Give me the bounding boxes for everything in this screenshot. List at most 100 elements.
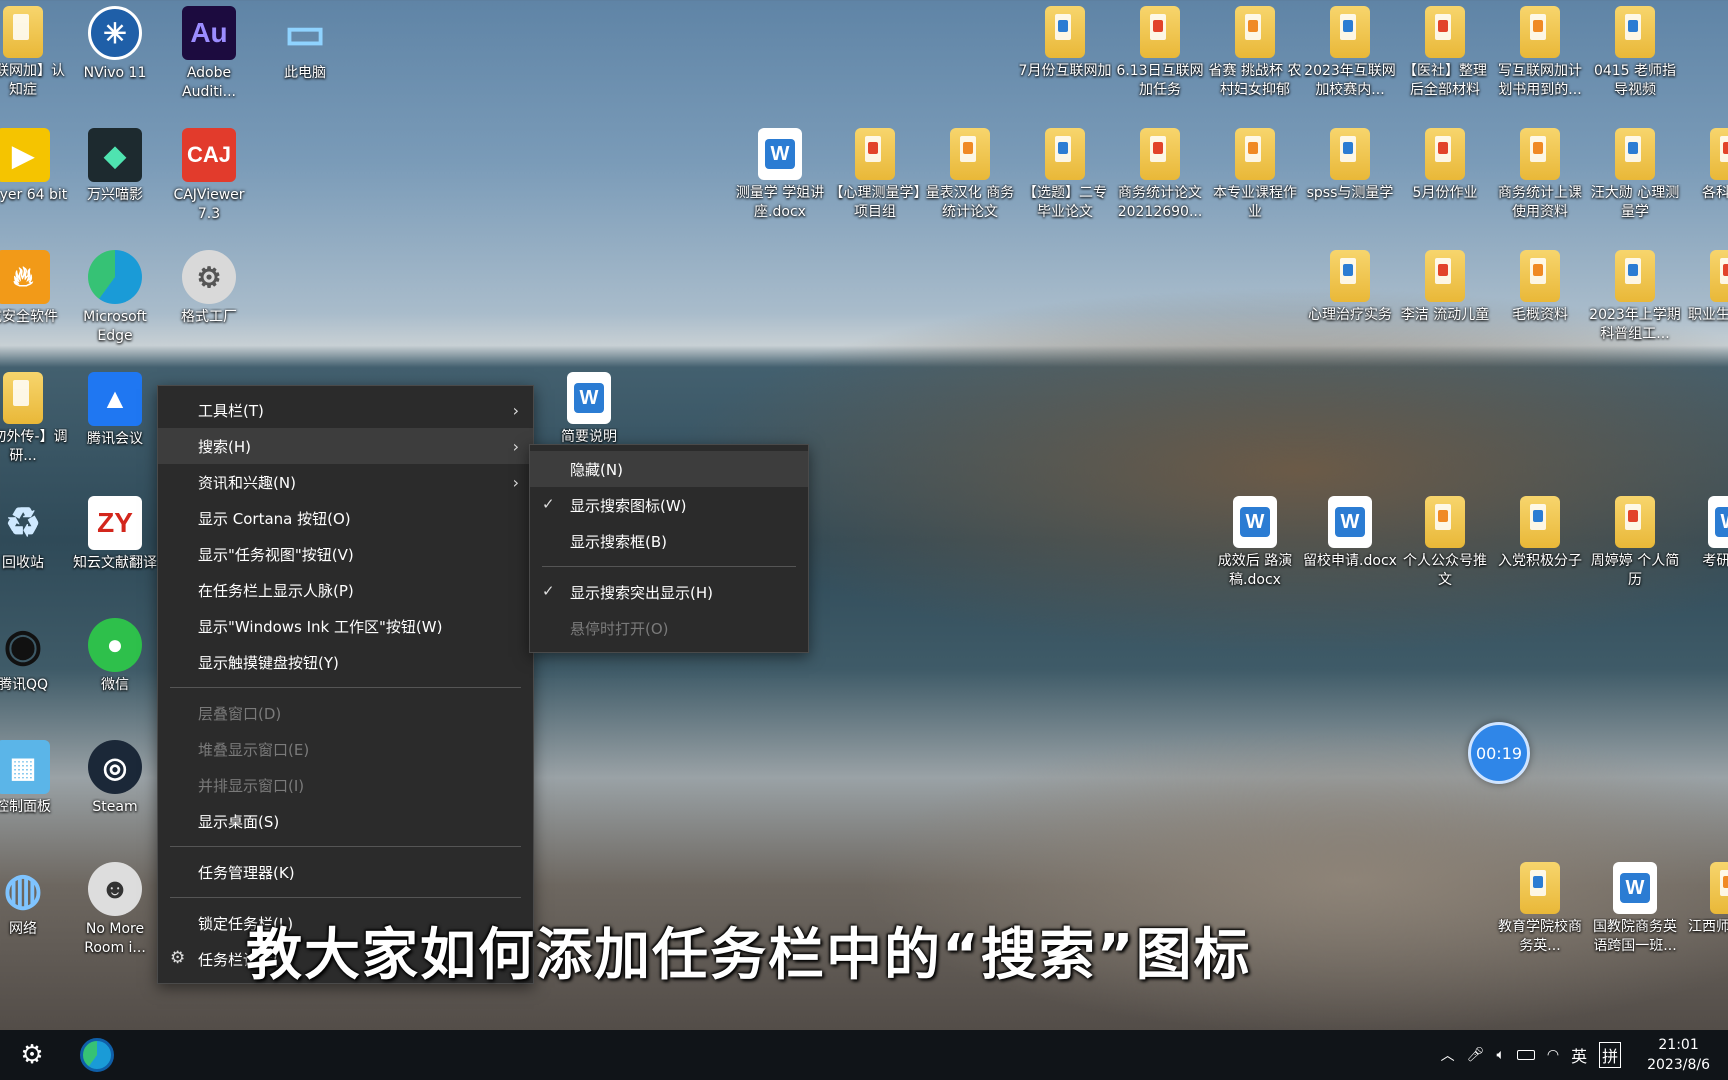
desktop-icon[interactable]: 职业生课演讲 [1683, 250, 1728, 325]
context-menu-item[interactable]: 在任务栏上显示人脉(P) [158, 572, 533, 608]
desktop-icon-label: 控制面板 [0, 799, 51, 815]
desktop-icon[interactable]: 【医社】整理后全部材料 [1398, 6, 1492, 100]
ime-language-indicator[interactable]: 英 [1571, 1043, 1587, 1067]
desktop-icon[interactable]: 请勿外传-】调研... [0, 372, 70, 466]
desktop-icon[interactable]: 江西师心理研 [1683, 862, 1728, 937]
folder-word-icon [3, 372, 43, 424]
desktop-icon[interactable]: ZY 知云文献翻译 [68, 496, 162, 573]
desktop-icon[interactable]: W 留校申请.docx [1303, 496, 1397, 571]
desktop-icon[interactable]: 各科期作 [1683, 128, 1728, 203]
context-menu-item[interactable]: 显示 Cortana 按钮(O) [158, 500, 533, 536]
desktop-icon[interactable]: 入党积极分子 [1493, 496, 1587, 571]
desktop-icon[interactable]: 7月份互联网加 [1018, 6, 1112, 81]
desktop-icon-label: Player 64 bit [0, 187, 68, 203]
desktop-icon[interactable]: 量表汉化 商务统计论文 [923, 128, 1017, 222]
desktop-icon-label: 腾讯QQ [0, 677, 49, 693]
desktop-icon-label: 万兴喵影 [87, 187, 143, 203]
microphone-icon[interactable]: 🎤︎ [1467, 1047, 1485, 1063]
desktop-icon[interactable]: ⚙ 格式工厂 [162, 250, 256, 327]
desktop-icon[interactable]: W 国教院商务英语跨国一班... [1588, 862, 1682, 956]
desktop-icon[interactable]: ◉ 腾讯QQ [0, 618, 70, 695]
desktop-icon-label: 江西师心理研 [1688, 919, 1728, 935]
context-menu-item[interactable]: 任务管理器(K) [158, 854, 533, 890]
desktop-icon[interactable]: 互联网加】认知症 [0, 6, 70, 100]
desktop-icon[interactable]: ● 微信 [68, 618, 162, 695]
this-pc-icon: ▭ [284, 8, 326, 58]
search-submenu-item[interactable]: ✓ 显示搜索图标(W) [530, 487, 808, 523]
desktop-icon[interactable]: ▲ 腾讯会议 [68, 372, 162, 449]
context-menu-item[interactable]: 搜索(H) › [158, 428, 533, 464]
desktop-icon[interactable]: 2023年互联网加校赛内... [1303, 6, 1397, 100]
search-submenu-item[interactable]: 显示搜索框(B) [530, 523, 808, 559]
desktop-icon[interactable]: 【心理测量学】项目组 [828, 128, 922, 222]
desktop-icon[interactable]: CAJ CAJViewer 7.3 [162, 128, 256, 224]
search-submenu-item[interactable]: 隐藏(N) [530, 451, 808, 487]
settings-gear-icon[interactable]: ⚙ [12, 1035, 52, 1075]
desktop-icon[interactable]: 6.13日互联网加任务 [1113, 6, 1207, 100]
clock[interactable]: 21:01 2023/8/6 [1647, 1035, 1710, 1075]
context-menu-item[interactable]: 显示桌面(S) [158, 803, 533, 839]
desktop-icon[interactable]: ◎ Steam [68, 740, 162, 817]
desktop-icon[interactable]: ☻ No More Room i... [68, 862, 162, 958]
desktop-icon[interactable]: 5月份作业 [1398, 128, 1492, 203]
desktop-icon[interactable]: Microsoft Edge [68, 250, 162, 346]
chevron-up-icon[interactable]: ︿ [1441, 1045, 1455, 1065]
clock-time: 21:01 [1658, 1037, 1699, 1053]
desktop-icon[interactable]: W 考研划.d [1683, 496, 1728, 571]
context-menu-item[interactable]: 显示"任务视图"按钮(V) [158, 536, 533, 572]
desktop-icon[interactable]: 商务统计论文 20212690... [1113, 128, 1207, 222]
desktop-icon[interactable]: 【选题】二专毕业论文 [1018, 128, 1112, 222]
desktop-icon[interactable]: 本专业课程作业 [1208, 128, 1302, 222]
context-menu-item-label: 工具栏(T) [198, 401, 264, 420]
desktop-icon[interactable]: ◆ 万兴喵影 [68, 128, 162, 205]
desktop-icon[interactable]: ▶ Player 64 bit [0, 128, 70, 205]
zhiyun-translate-icon: ZY [88, 496, 142, 550]
desktop-icon[interactable]: 写互联网加计划书用到的... [1493, 6, 1587, 100]
desktop-icon[interactable]: W 测量学 学姐讲座.docx [733, 128, 827, 222]
battery-icon[interactable] [1516, 1050, 1535, 1060]
desktop-icon[interactable]: 0415 老师指导视频 [1588, 6, 1682, 100]
desktop-icon-label: Adobe Auditi... [182, 65, 236, 100]
folder-icon [1615, 250, 1655, 302]
desktop-icon-label: 汪大勋 心理测量学 [1590, 185, 1680, 220]
context-menu-item[interactable]: 显示触摸键盘按钮(Y) [158, 644, 533, 680]
desktop-icon[interactable]: ✳ NVivo 11 [68, 6, 162, 83]
volume-icon[interactable]: 🔈︎ [1496, 1047, 1504, 1063]
desktop-icon[interactable]: spss与测量学 [1303, 128, 1397, 203]
gear-icon: ⚙ [170, 948, 186, 968]
edge-icon [88, 250, 142, 304]
desktop-icon[interactable]: ▭ 此电脑 [258, 6, 352, 83]
search-submenu-item[interactable]: ✓ 显示搜索突出显示(H) [530, 574, 808, 610]
desktop-icon[interactable]: Au Adobe Auditi... [162, 6, 256, 102]
desktop-icon[interactable]: 周婷婷 个人简历 [1588, 496, 1682, 590]
desktop-icon[interactable]: ♻ 回收站 [0, 496, 70, 573]
recording-timer[interactable]: 00:19 [1468, 722, 1530, 784]
search-submenu-item-label: 显示搜索图标(W) [570, 496, 687, 515]
desktop-icon[interactable]: W 成效后 路演稿.docx [1208, 496, 1302, 590]
desktop-icon[interactable]: 教育学院校商务英... [1493, 862, 1587, 956]
desktop-icon[interactable]: 毛概资料 [1493, 250, 1587, 325]
desktop-icon[interactable]: 汪大勋 心理测量学 [1588, 128, 1682, 222]
desktop-icon[interactable]: 个人公众号推文 [1398, 496, 1492, 590]
desktop-icon-doc[interactable]: W 简要说明 [542, 372, 636, 447]
desktop-icon[interactable]: 李洁 流动儿童 [1398, 250, 1492, 325]
folder-icon [1330, 250, 1370, 302]
ime-mode-indicator[interactable]: 拼 [1599, 1042, 1622, 1068]
desktop-icon[interactable]: 2023年上学期科普组工... [1588, 250, 1682, 344]
folder-icon [1140, 6, 1180, 58]
wifi-icon[interactable]: ◠ [1547, 1047, 1559, 1063]
folder-icon [1425, 250, 1465, 302]
context-menu-item[interactable]: 工具栏(T) › [158, 392, 533, 428]
desktop-icon[interactable]: 省赛 挑战杯 农村妇女抑郁 [1208, 6, 1302, 100]
context-menu-item[interactable]: 显示"Windows Ink 工作区"按钮(W) [158, 608, 533, 644]
desktop-icon-label: 测量学 学姐讲座.docx [735, 185, 825, 220]
desktop-icon-label: CAJViewer 7.3 [173, 187, 245, 222]
desktop-icon[interactable]: 心理治疗实务 [1303, 250, 1397, 325]
edge-taskbar-icon[interactable] [80, 1038, 114, 1072]
context-menu-item-label: 显示触摸键盘按钮(Y) [198, 653, 339, 672]
context-menu-item[interactable]: 资讯和兴趣(N) › [158, 464, 533, 500]
desktop-icon[interactable]: 🔥︎ 戎安全软件 [0, 250, 70, 327]
desktop-icon[interactable]: 商务统计上课使用资料 [1493, 128, 1587, 222]
desktop-icon[interactable]: ▦ 控制面板 [0, 740, 70, 817]
desktop-icon[interactable]: ◍ 网络 [0, 862, 70, 939]
